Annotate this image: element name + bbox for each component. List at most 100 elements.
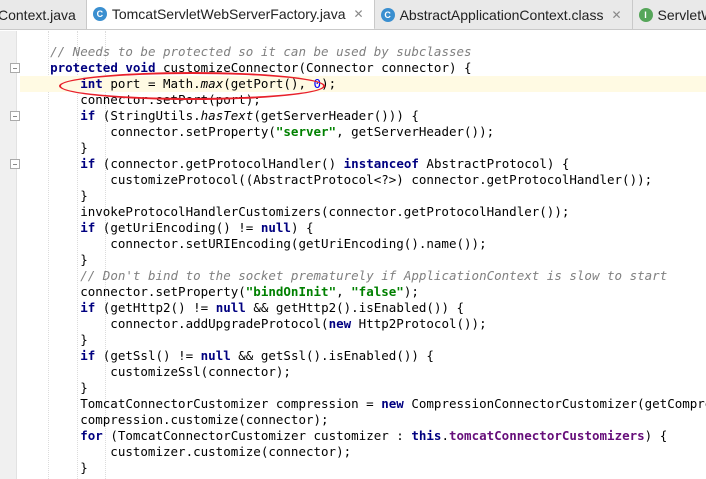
code-token: && getHttp2().isEnabled()) { xyxy=(245,300,465,315)
code-token: this xyxy=(411,428,442,443)
code-line[interactable]: if (getSsl() != null && getSsl().isEnabl… xyxy=(20,348,706,364)
code-token: "bindOnInit" xyxy=(245,284,337,299)
code-token: (StringUtils. xyxy=(95,108,201,123)
code-line[interactable]: } xyxy=(20,380,706,396)
code-line[interactable]: customizer.customize(connector); xyxy=(20,444,706,460)
code-token: null xyxy=(260,220,291,235)
code-token: ); xyxy=(321,76,337,91)
code-line[interactable]: protected void customizeConnector(Connec… xyxy=(20,60,706,76)
code-token: (getUriEncoding() != xyxy=(95,220,261,235)
code-line[interactable]: connector.setProperty("server", getServe… xyxy=(20,124,706,140)
code-token: } xyxy=(20,140,88,155)
code-token: if xyxy=(80,220,96,235)
code-token: (getHttp2() != xyxy=(95,300,216,315)
code-token: int xyxy=(80,76,103,91)
code-token: , xyxy=(336,284,352,299)
code-token: 0 xyxy=(313,76,322,91)
close-tab-icon[interactable]: ✕ xyxy=(611,8,621,22)
editor-tab-bar: Context.java C TomcatServletWebServerFacto… xyxy=(0,0,706,30)
code-token: new xyxy=(328,316,352,331)
code-token: (getServerHeader())) { xyxy=(253,108,419,123)
editor-tab[interactable]: C AbstractApplicationContext.class ✕ xyxy=(375,0,633,29)
code-token: (connector.getProtocolHandler() xyxy=(95,156,344,171)
code-line[interactable]: customizeProtocol((AbstractProtocol<?>) … xyxy=(20,172,706,188)
editor-gutter xyxy=(0,31,17,479)
code-line[interactable]: if (StringUtils.hasText(getServerHeader(… xyxy=(20,108,706,124)
fold-marker-icon[interactable] xyxy=(10,159,20,169)
fold-marker-icon[interactable] xyxy=(10,111,20,121)
code-line[interactable]: connector.addUpgradeProtocol(new Http2Pr… xyxy=(20,316,706,332)
code-token: if xyxy=(80,300,96,315)
code-token: "false" xyxy=(351,284,404,299)
code-token: Http2Protocol()); xyxy=(351,316,487,331)
code-line[interactable]: } xyxy=(20,140,706,156)
code-token: ) { xyxy=(290,220,314,235)
code-line[interactable]: if (getHttp2() != null && getHttp2().isE… xyxy=(20,300,706,316)
code-line[interactable]: if (connector.getProtocolHandler() insta… xyxy=(20,156,706,172)
code-token: customizeConnector(Connector connector) … xyxy=(155,60,472,75)
tab-label: Context.java xyxy=(0,7,76,23)
class-file-icon: C xyxy=(92,7,107,21)
code-token: (getSsl() != xyxy=(95,348,201,363)
code-token: compression.customize(connector); xyxy=(20,412,329,427)
code-line[interactable]: for (TomcatConnectorCustomizer customize… xyxy=(20,428,706,444)
code-token: if xyxy=(80,348,96,363)
code-token: CompressionConnectorCustomizer(getCompre… xyxy=(411,396,706,411)
code-token: protected void xyxy=(50,60,156,75)
code-line[interactable]: // Needs to be protected so it can be us… xyxy=(20,44,706,60)
code-token: (TomcatConnectorCustomizer customizer : xyxy=(102,428,412,443)
code-line[interactable]: // Don't bind to the socket prematurely … xyxy=(20,268,706,284)
code-line[interactable]: invokeProtocolHandlerCustomizers(connect… xyxy=(20,204,706,220)
code-line[interactable]: connector.setURIEncoding(getUriEncoding(… xyxy=(20,236,706,252)
code-token: TomcatConnectorCustomizer compression = xyxy=(20,396,382,411)
code-token: connector.setURIEncoding(getUriEncoding(… xyxy=(20,236,487,251)
code-token: customizeProtocol((AbstractProtocol<?>) … xyxy=(20,172,653,187)
code-line[interactable]: TomcatConnectorCustomizer compression = … xyxy=(20,396,706,412)
code-line[interactable]: connector.setProperty("bindOnInit", "fal… xyxy=(20,284,706,300)
code-token: for xyxy=(80,428,103,443)
close-tab-icon[interactable]: ✕ xyxy=(354,7,364,21)
tab-label: AbstractApplicationContext.class xyxy=(399,7,604,23)
code-token: null xyxy=(200,348,231,363)
code-line[interactable]: customizeSsl(connector); xyxy=(20,364,706,380)
code-token: null xyxy=(215,300,246,315)
code-token: connector.setProperty( xyxy=(20,124,276,139)
code-line[interactable]: } xyxy=(20,460,706,476)
code-editor[interactable]: // Needs to be protected so it can be us… xyxy=(0,31,706,479)
code-token: && getSsl().isEnabled()) { xyxy=(230,348,434,363)
code-token: connector.setProperty( xyxy=(20,284,246,299)
code-token: max xyxy=(200,76,224,91)
code-line[interactable]: int port = Math.max(getPort(), 0); xyxy=(20,76,706,92)
code-line[interactable]: connector.setPort(port); xyxy=(20,92,706,108)
code-line[interactable]: if (getUriEncoding() != null) { xyxy=(20,220,706,236)
code-token: "server" xyxy=(275,124,337,139)
code-line[interactable]: } xyxy=(20,332,706,348)
code-token: (getPort(), xyxy=(223,76,314,91)
code-token: tomcatConnectorCustomizers xyxy=(449,428,645,443)
code-token: customizeSsl(connector); xyxy=(20,364,291,379)
tab-label: TomcatServletWebServerFactory.java xyxy=(111,6,346,22)
fold-marker-icon[interactable] xyxy=(10,63,20,73)
code-token: port = Math. xyxy=(102,76,201,91)
code-token: } xyxy=(20,380,88,395)
code-token: if xyxy=(80,108,96,123)
code-token: } xyxy=(20,252,88,267)
editor-tab[interactable]: C TomcatServletWebServerFactory.java ✕ xyxy=(86,0,375,29)
code-token: instanceof xyxy=(343,156,419,171)
editor-tab[interactable]: Context.java xyxy=(0,0,87,29)
code-token: AbstractProtocol) { xyxy=(418,156,570,171)
code-token: connector.addUpgradeProtocol( xyxy=(20,316,329,331)
code-line[interactable]: } xyxy=(20,188,706,204)
code-line[interactable]: compression.customize(connector); xyxy=(20,412,706,428)
editor-tab[interactable]: I ServletWebServ xyxy=(633,0,706,29)
code-token: // Don't bind to the socket prematurely … xyxy=(80,268,668,283)
code-line[interactable]: } xyxy=(20,252,706,268)
code-token: , getServerHeader()); xyxy=(336,124,495,139)
class-file-icon: C xyxy=(380,8,395,22)
